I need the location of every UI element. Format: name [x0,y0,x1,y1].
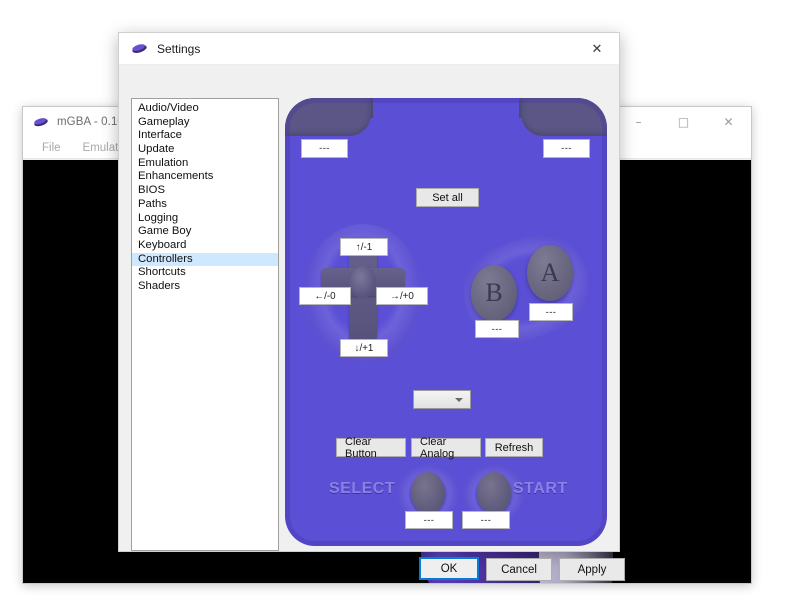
sidebar-item-keyboard[interactable]: Keyboard [132,239,278,253]
binding-field-down[interactable]: ↓/+1 [340,339,388,357]
settings-dialog: Settings ✕ Audio/Video Gameplay Interfac… [118,32,620,552]
apply-button[interactable]: Apply [559,558,625,581]
sidebar-item-logging[interactable]: Logging [132,212,278,226]
chevron-down-icon [455,398,463,402]
settings-dialog-title: Settings [157,42,200,56]
binding-field-up[interactable]: ↑/-1 [340,238,388,256]
settings-titlebar[interactable]: Settings ✕ [119,33,619,65]
cancel-button[interactable]: Cancel [486,558,552,581]
controllers-panel: B A SELECT START --- --- ↑/-1 ←/-0 →/+0 … [285,98,607,551]
sidebar-item-shaders[interactable]: Shaders [132,280,278,294]
start-label: START [513,480,568,498]
refresh-button[interactable]: Refresh [485,438,543,457]
close-icon[interactable]: ✕ [575,33,619,65]
select-label: SELECT [329,480,395,498]
binding-field-select[interactable]: --- [405,511,453,529]
settings-nav-list[interactable]: Audio/Video Gameplay Interface Update Em… [131,98,279,551]
dpad-hub [350,266,376,298]
set-all-button[interactable]: Set all [416,188,479,207]
binding-field-start[interactable]: --- [462,511,510,529]
sidebar-item-enhancements[interactable]: Enhancements [132,170,278,184]
binding-field-right[interactable]: →/+0 [376,287,428,305]
ok-button[interactable]: OK [419,557,479,580]
sidebar-item-paths[interactable]: Paths [132,198,278,212]
binding-field-b[interactable]: --- [475,320,519,338]
binding-field-r[interactable]: --- [543,139,590,158]
maximize-button[interactable]: □ [661,107,706,137]
sidebar-item-update[interactable]: Update [132,143,278,157]
screen-root: mGBA - 0.10.2 – □ ✕ File Emulation [0,0,800,600]
gamepad-graphic: B A SELECT START [285,98,607,546]
face-button-a[interactable]: A [527,245,573,301]
settings-body: Audio/Video Gameplay Interface Update Em… [119,65,619,551]
sidebar-item-shortcuts[interactable]: Shortcuts [132,266,278,280]
sidebar-item-interface[interactable]: Interface [132,129,278,143]
sidebar-item-gameplay[interactable]: Gameplay [132,116,278,130]
sidebar-item-controllers[interactable]: Controllers [132,253,278,267]
binding-field-l[interactable]: --- [301,139,348,158]
clear-button-button[interactable]: Clear Button [336,438,406,457]
sidebar-item-game-boy[interactable]: Game Boy [132,225,278,239]
binding-field-a[interactable]: --- [529,303,573,321]
face-button-b[interactable]: B [471,265,517,321]
sidebar-item-bios[interactable]: BIOS [132,184,278,198]
clear-analog-button[interactable]: Clear Analog [411,438,481,457]
minimize-button[interactable]: – [616,107,661,137]
menu-file[interactable]: File [31,140,72,156]
close-button[interactable]: ✕ [706,107,751,137]
sidebar-item-audio-video[interactable]: Audio/Video [132,102,278,116]
sidebar-item-emulation[interactable]: Emulation [132,157,278,171]
mgba-window-controls: – □ ✕ [616,107,751,137]
mgba-logo-icon [33,114,49,130]
controller-device-select[interactable] [413,390,471,409]
start-button[interactable] [477,472,511,514]
mgba-logo-icon [131,40,148,57]
binding-field-left[interactable]: ←/-0 [299,287,351,305]
select-button[interactable] [411,472,445,514]
